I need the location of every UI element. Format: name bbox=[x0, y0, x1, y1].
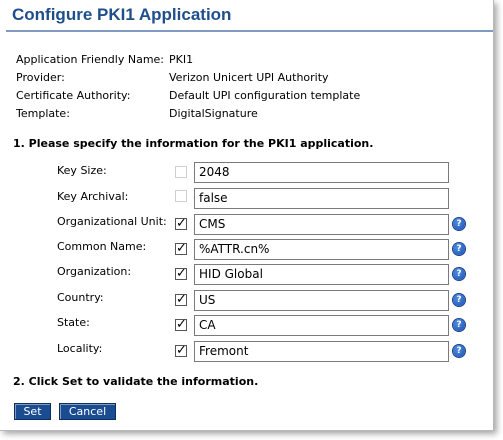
locality-label: Locality: bbox=[57, 342, 103, 355]
key-archival-label: Key Archival: bbox=[57, 190, 129, 203]
organizational-unit-input[interactable]: CMS bbox=[194, 214, 449, 235]
organizational-unit-checkbox[interactable]: ✓ bbox=[175, 216, 187, 231]
configure-panel: Configure PKI1 Application Application F… bbox=[0, 0, 494, 431]
key-archival-checkbox[interactable] bbox=[175, 190, 187, 202]
info-label-app-name: Application Friendly Name: bbox=[16, 53, 165, 66]
cancel-button[interactable]: Cancel bbox=[59, 403, 116, 420]
organization-input[interactable]: HID Global bbox=[194, 264, 449, 285]
locality-input[interactable]: Fremont bbox=[194, 341, 449, 362]
state-label: State: bbox=[57, 316, 90, 329]
help-icon[interactable]: ? bbox=[453, 319, 465, 331]
step-1-heading: 1. Please specify the information for th… bbox=[13, 137, 374, 150]
page-title: Configure PKI1 Application bbox=[12, 5, 232, 24]
step-2-heading: 2. Click Set to validate the information… bbox=[13, 375, 259, 388]
key-size-label: Key Size: bbox=[57, 164, 107, 177]
info-label-template: Template: bbox=[16, 107, 70, 120]
organizational-unit-label: Organizational Unit: bbox=[57, 215, 167, 228]
title-divider bbox=[6, 30, 493, 32]
organization-label: Organization: bbox=[57, 265, 132, 278]
organization-checkbox[interactable]: ✓ bbox=[175, 266, 187, 281]
check-icon: ✓ bbox=[176, 241, 187, 256]
state-input[interactable]: CA bbox=[194, 315, 449, 336]
info-value-app-name: PKI1 bbox=[169, 53, 194, 66]
key-size-input[interactable]: 2048 bbox=[194, 162, 449, 183]
check-icon: ✓ bbox=[176, 343, 187, 358]
state-checkbox[interactable]: ✓ bbox=[175, 317, 187, 332]
info-value-provider: Verizon Unicert UPI Authority bbox=[169, 71, 329, 84]
country-label: Country: bbox=[57, 291, 104, 304]
check-icon: ✓ bbox=[176, 292, 187, 307]
country-input[interactable]: US bbox=[194, 290, 449, 311]
help-icon[interactable]: ? bbox=[453, 218, 465, 230]
info-label-certificate-authority: Certificate Authority: bbox=[16, 89, 131, 102]
key-size-checkbox[interactable] bbox=[175, 166, 187, 178]
help-icon[interactable]: ? bbox=[453, 345, 465, 357]
common-name-input[interactable]: %ATTR.cn% bbox=[194, 239, 449, 260]
set-button[interactable]: Set bbox=[14, 403, 51, 420]
info-value-template: DigitalSignature bbox=[169, 107, 258, 120]
check-icon: ✓ bbox=[176, 216, 187, 231]
help-icon[interactable]: ? bbox=[453, 243, 465, 255]
info-label-provider: Provider: bbox=[16, 71, 65, 84]
common-name-checkbox[interactable]: ✓ bbox=[175, 241, 187, 256]
common-name-label: Common Name: bbox=[57, 240, 147, 253]
locality-checkbox[interactable]: ✓ bbox=[175, 343, 187, 358]
key-archival-input[interactable]: false bbox=[194, 188, 449, 209]
help-icon[interactable]: ? bbox=[453, 268, 465, 280]
help-icon[interactable]: ? bbox=[453, 294, 465, 306]
country-checkbox[interactable]: ✓ bbox=[175, 292, 187, 307]
check-icon: ✓ bbox=[176, 266, 187, 281]
check-icon: ✓ bbox=[176, 317, 187, 332]
info-value-certificate-authority: Default UPI configuration template bbox=[169, 89, 361, 102]
